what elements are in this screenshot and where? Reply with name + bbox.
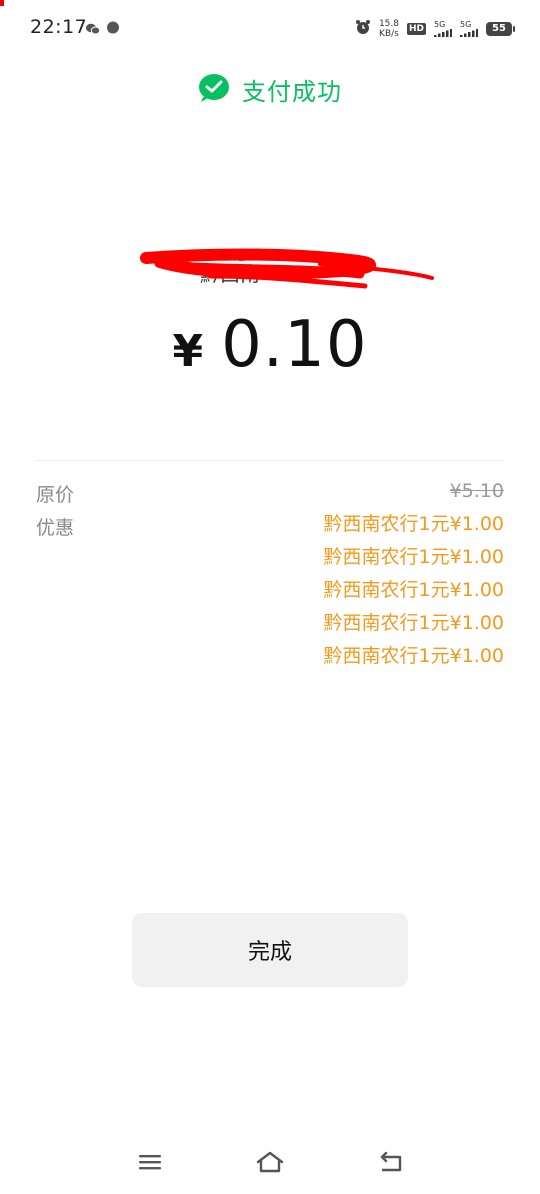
discount-item: 黔西南农行1元¥1.00 (323, 645, 504, 667)
net-speed-unit: KB/s (379, 29, 399, 39)
page-title: 支付成功 (242, 78, 342, 106)
discount-item: 黔西南农行1元¥1.00 (323, 513, 504, 535)
currency-symbol: ¥ (172, 326, 204, 377)
home-button[interactable] (252, 1146, 288, 1178)
home-icon (256, 1151, 284, 1173)
battery-indicator: 55 (486, 22, 515, 36)
status-indicators: 15.8 KB/s HD 5G 5G 55 (355, 16, 515, 42)
discount-item: 黔西南农行1元¥1.00 (323, 612, 504, 634)
system-nav-bar (0, 1140, 540, 1184)
net-speed-value: 15.8 (378, 19, 399, 29)
signal-bars-icon (460, 29, 478, 37)
alarm-icon (355, 19, 371, 39)
status-bar: 22:17 15.8 KB/s HD 5G 5G 55 (0, 0, 540, 56)
done-button[interactable]: 完成 (132, 913, 408, 987)
chat-bubble-icon (106, 20, 120, 39)
back-icon (380, 1151, 402, 1172)
hd-voice-icon: HD (406, 23, 426, 35)
discount-list: 黔西南农行1元¥1.00 黔西南农行1元¥1.00 黔西南农行1元¥1.00 黔… (324, 511, 504, 676)
signal-strength-1: 5G (434, 21, 452, 37)
redaction-scribble (140, 248, 434, 289)
back-button[interactable] (372, 1146, 408, 1178)
signal-strength-2: 5G (460, 21, 478, 37)
original-price-label: 原价 (36, 484, 75, 506)
status-time: 22:17 (30, 16, 88, 38)
network-speed: 15.8 KB/s (379, 19, 399, 39)
wechat-pay-icon (198, 73, 230, 107)
wechat-notification-icon (86, 20, 101, 39)
amount-value: 0.10 (221, 308, 368, 382)
menu-icon (139, 1155, 161, 1170)
payment-success-header: 支付成功 (0, 72, 540, 107)
original-price-value: ¥5.10 (449, 480, 504, 502)
merchant-area: 黔西南 (140, 246, 440, 296)
sig2-label: 5G (460, 20, 472, 29)
signal-bars-icon (434, 29, 452, 37)
sig1-label: 5G (434, 20, 446, 29)
menu-button[interactable] (132, 1146, 168, 1178)
discount-item: 黔西南农行1元¥1.00 (323, 579, 504, 601)
discount-label: 优惠 (36, 517, 75, 539)
divider (36, 460, 504, 461)
payment-amount: ¥ 0.10 (0, 308, 540, 382)
notification-icons (86, 20, 120, 39)
discount-item: 黔西南农行1元¥1.00 (323, 546, 504, 568)
